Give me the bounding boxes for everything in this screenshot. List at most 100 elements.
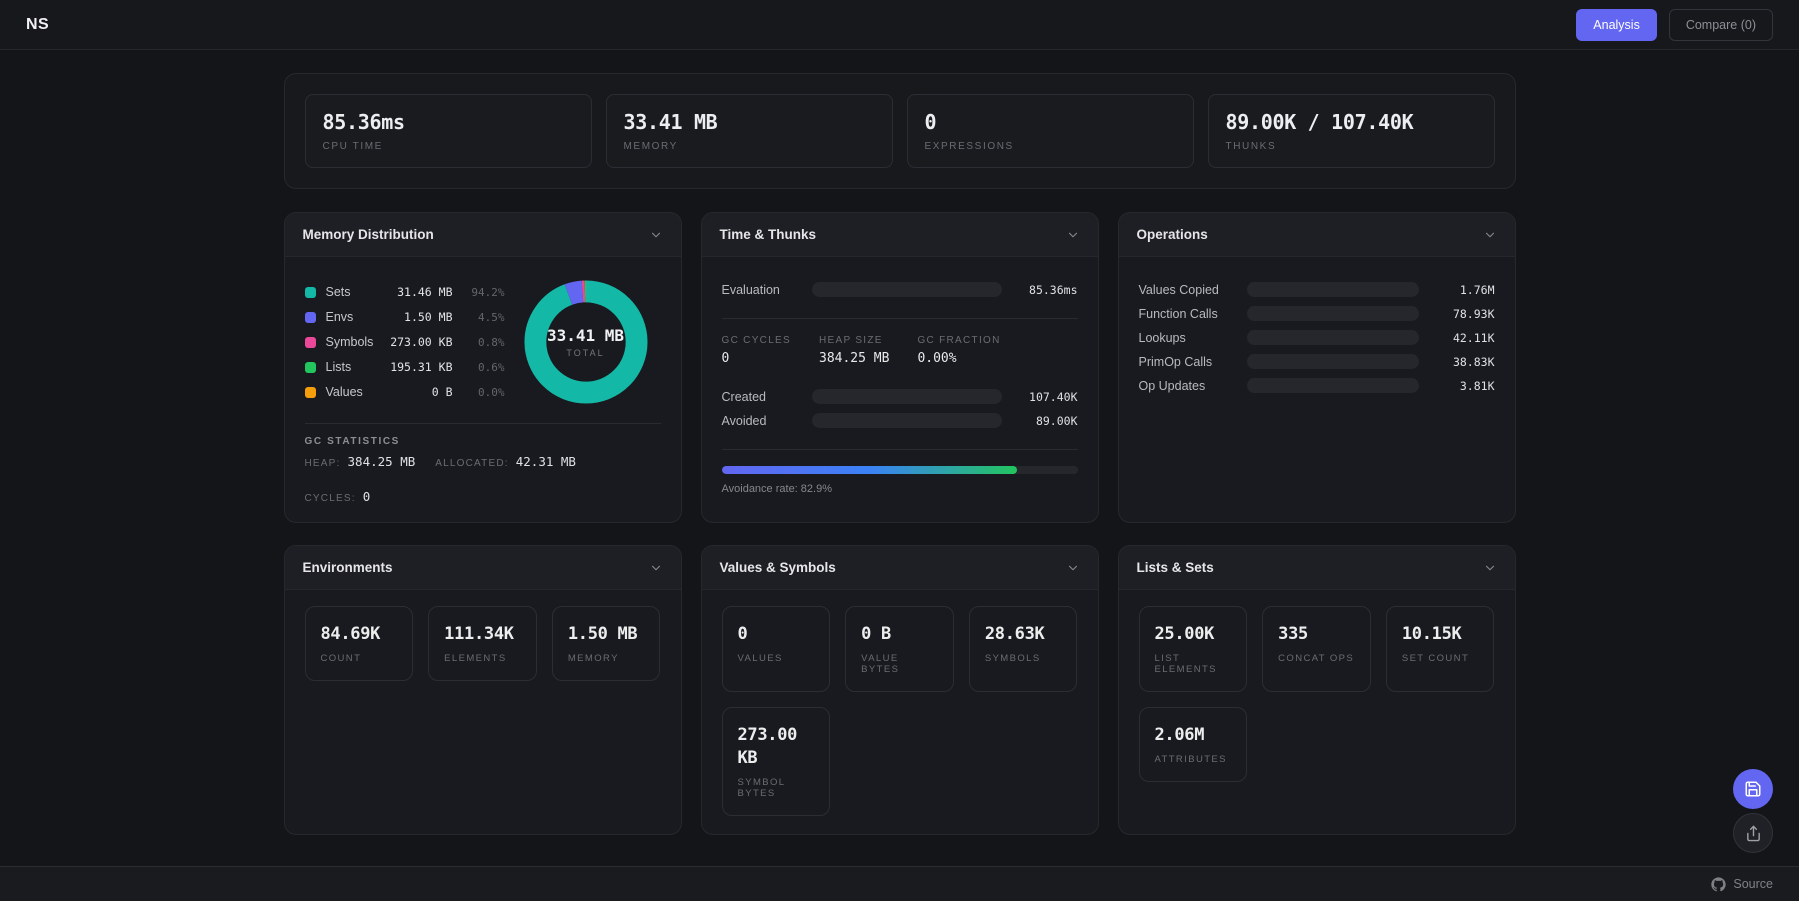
legend-name: Sets [326,285,388,299]
app-logo: NS [26,16,49,34]
thunk-bar-row: Avoided 89.00K [722,413,1078,428]
operations-rows: Values Copied 1.76M Function Calls [1139,273,1495,402]
share-upload-icon [1745,825,1762,842]
chevron-down-icon [1066,561,1080,575]
mini-stat-box: 25.00K LIST ELEMENTS [1139,606,1248,692]
gc-stat-value: 42.31 MB [516,454,576,469]
legend-name: Envs [326,310,395,324]
chevron-down-icon [1483,228,1497,242]
lists-sets-card: Lists & Sets 25.00K LIST ELEMENTS 33 [1118,545,1516,835]
bar-value: 85.36ms [1014,283,1078,297]
bar-label: Created [722,390,800,404]
operation-bar-row: Values Copied 1.76M [1139,282,1495,297]
operation-bar-row: Function Calls 78.93K [1139,306,1495,321]
lists-sets-header[interactable]: Lists & Sets [1119,546,1515,590]
lists-sets-stats: 25.00K LIST ELEMENTS 335 CONCAT OPS 10.1… [1139,606,1495,782]
gc-stat-item: ALLOCATED: 42.31 MB [435,454,576,469]
stat-value: 89.00K / 107.40K [1226,110,1477,134]
bar-value: 1.76M [1431,283,1495,297]
gc-stat-label: ALLOCATED: [435,458,509,469]
divider [722,449,1078,450]
memory-donut-chart: 33.41 MB TOTAL [511,273,661,411]
mini-stat-box: 2.06M ATTRIBUTES [1139,707,1248,782]
save-report-button[interactable] [1733,769,1773,809]
mini-stat-label: VALUE BYTES [861,653,938,675]
summary-panel: 85.36ms CPU TIME 33.41 MB MEMORY 0 EXPRE… [284,73,1516,189]
legend-row: Lists 195.31 KB 0.6% [305,360,505,374]
nav-actions: Analysis Compare (0) [1576,9,1773,41]
footer: Source [0,866,1799,901]
environments-stats: 84.69K COUNT 111.34K ELEMENTS 1.50 MB ME… [305,606,661,681]
divider [305,423,661,424]
analysis-tab-button[interactable]: Analysis [1576,9,1657,41]
memory-legend: Sets 31.46 MB 94.2% Envs 1.50 MB 4.5% [305,274,505,410]
cards-grid: Memory Distribution Sets 31.46 MB [284,212,1516,863]
values-symbols-body: 0 VALUES 0 B VALUE BYTES 28.63K SYMBOLS [702,590,1098,834]
environments-header[interactable]: Environments [285,546,681,590]
gc-stat-label: HEAP: [305,458,341,469]
legend-value: 195.31 KB [390,360,452,374]
chevron-down-icon [1483,561,1497,575]
operations-header[interactable]: Operations [1119,213,1515,257]
mini-stat-label: SYMBOLS [985,653,1062,664]
source-link[interactable]: Source [1711,877,1773,892]
github-icon [1711,877,1726,892]
chevron-down-icon [649,561,663,575]
mini-stat-value: 273.00 KB [738,724,815,770]
values-symbols-header[interactable]: Values & Symbols [702,546,1098,590]
bar-track [1247,354,1419,369]
stat-label: THUNKS [1226,141,1477,152]
evaluation-bar-row: Evaluation 85.36ms [722,282,1078,297]
stat-value: 33.41 MB [624,110,875,134]
legend-percent: 0.0% [463,386,505,399]
donut-total-value: 33.41 MB [547,326,624,345]
legend-color-dot [305,287,316,298]
legend-percent: 4.5% [463,311,505,324]
time-thunks-header[interactable]: Time & Thunks [702,213,1098,257]
mini-stat-value: 0 B [861,623,938,646]
bar-track [812,389,1002,404]
bar-value: 38.83K [1431,355,1495,369]
values-symbols-stats: 0 VALUES 0 B VALUE BYTES 28.63K SYMBOLS [722,606,1078,816]
summary-stats: 85.36ms CPU TIME 33.41 MB MEMORY 0 EXPRE… [305,94,1495,168]
legend-name: Lists [326,360,381,374]
compare-tab-button[interactable]: Compare (0) [1669,9,1773,41]
bar-track [812,413,1002,428]
thunk-bars: Created 107.40K Avoided 89. [722,380,1078,437]
bar-value: 3.81K [1431,379,1495,393]
memory-distribution-card: Memory Distribution Sets 31.46 MB [284,212,682,523]
legend-percent: 94.2% [463,286,505,299]
mini-stat-box: 10.15K SET COUNT [1386,606,1495,692]
share-button[interactable] [1733,813,1773,853]
stat-value: 0 [925,110,1176,134]
thunk-bar-row: Created 107.40K [722,389,1078,404]
memory-distribution-header[interactable]: Memory Distribution [285,213,681,257]
gc-stat-value: 0 [363,489,371,504]
legend-row: Symbols 273.00 KB 0.8% [305,335,505,349]
legend-row: Sets 31.46 MB 94.2% [305,285,505,299]
card-title: Lists & Sets [1137,560,1214,575]
bar-label: Avoided [722,414,800,428]
bar-label: PrimOp Calls [1139,355,1235,369]
mini-stat-label: ATTRIBUTES [1155,754,1232,765]
gc-grid-item: HEAP SIZE 384.25 MB [819,335,889,366]
mini-stat-box: 273.00 KB SYMBOL BYTES [722,707,831,816]
stat-label: EXPRESSIONS [925,141,1176,152]
environments-body: 84.69K COUNT 111.34K ELEMENTS 1.50 MB ME… [285,590,681,834]
mini-stat-value: 2.06M [1155,724,1232,747]
avoidance-rate-track [722,466,1078,474]
legend-value: 31.46 MB [397,285,452,299]
mini-stat-value: 335 [1278,623,1355,646]
gc-stat-label: CYCLES: [305,493,356,504]
mini-stat-value: 25.00K [1155,623,1232,646]
bar-track [1247,282,1419,297]
mini-stat-label: COUNT [321,653,398,664]
gc-stat-item: CYCLES: 0 [305,489,371,504]
source-label: Source [1733,877,1773,891]
legend-value: 273.00 KB [390,335,452,349]
summary-stat-box: 33.41 MB MEMORY [606,94,893,168]
gc-grid-label: HEAP SIZE [819,335,889,346]
legend-color-dot [305,362,316,373]
time-thunks-card: Time & Thunks Evaluation 85.36ms [701,212,1099,523]
bar-value: 89.00K [1014,414,1078,428]
